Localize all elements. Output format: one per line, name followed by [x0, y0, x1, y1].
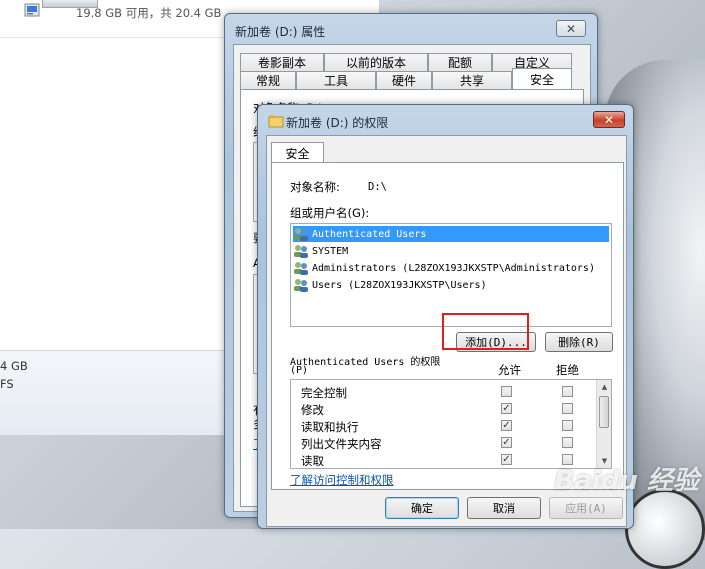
access-control-help-link[interactable]: 了解访问控制和权限 — [290, 472, 394, 488]
allow-checkbox[interactable]: ✓ — [501, 403, 512, 414]
table-row: 修改 ✓ — [301, 401, 591, 418]
list-item[interactable]: SYSTEM — [293, 243, 609, 259]
permissions-table: 完全控制 修改 ✓ 读取和执行 ✓ 列出文件夹内容 ✓ 读取 ✓ ▲ ▼ — [290, 379, 612, 469]
scroll-up-icon[interactable]: ▲ — [597, 380, 611, 394]
user-group-icon — [294, 279, 308, 292]
list-item[interactable]: Users (L28ZOX193JKXSTP\Users) — [293, 277, 609, 293]
user-list[interactable]: Authenticated Users SYSTEM Administrator… — [290, 223, 612, 327]
tab-quota[interactable]: 配额 — [428, 53, 492, 71]
list-item[interactable]: Administrators (L28ZOX193JKXSTP\Administ… — [293, 260, 609, 276]
table-row: 读取和执行 ✓ — [301, 418, 591, 435]
user-name: Users (L28ZOX193JKXSTP\Users) — [312, 279, 487, 291]
tab-general[interactable]: 常规 — [240, 71, 296, 89]
wallpaper-circle — [625, 489, 705, 569]
deny-checkbox[interactable] — [562, 386, 573, 397]
allow-checkbox[interactable]: ✓ — [501, 437, 512, 448]
group-user-label: 组或用户名(G): — [290, 206, 370, 220]
deny-label: 拒绝 — [556, 363, 579, 377]
allow-checkbox[interactable] — [501, 386, 512, 397]
object-name-value: D:\ — [368, 181, 387, 193]
details-fs: FS — [0, 377, 14, 391]
deny-checkbox[interactable] — [562, 403, 573, 414]
user-group-icon — [294, 245, 308, 258]
user-group-icon — [294, 262, 308, 275]
perm-name: 读取和执行 — [301, 420, 359, 434]
ok-button[interactable]: 确定 — [385, 497, 459, 519]
permissions-scrollbar[interactable]: ▲ ▼ — [596, 380, 611, 468]
user-name: Administrators (L28ZOX193JKXSTP\Administ… — [312, 262, 595, 274]
tab-sharing[interactable]: 共享 — [432, 71, 512, 89]
perm-header-key: (P) — [290, 365, 309, 376]
details-size: 4 GB — [0, 359, 28, 373]
cancel-button[interactable]: 取消 — [467, 497, 541, 519]
add-button-highlight — [442, 313, 529, 350]
perm-name: 读取 — [301, 454, 324, 468]
permissions-close-button[interactable]: ✕ — [593, 111, 625, 128]
user-name: SYSTEM — [312, 245, 349, 257]
allow-label: 允许 — [498, 363, 521, 377]
list-item[interactable]: Authenticated Users — [293, 226, 609, 242]
perm-name: 修改 — [301, 403, 324, 417]
drive-icon — [24, 3, 40, 17]
tab-previous-versions[interactable]: 以前的版本 — [324, 53, 428, 71]
watermark-logo: Baidu 经验 — [554, 466, 699, 496]
tab-security[interactable]: 安全 — [271, 142, 324, 163]
properties-close-button[interactable]: ✕ — [556, 20, 586, 37]
close-icon: ✕ — [603, 112, 615, 127]
deny-checkbox[interactable] — [562, 420, 573, 431]
folder-icon — [268, 115, 284, 128]
drive-item[interactable]: 19.8 GB 可用，共 20.4 GB — [20, 0, 250, 22]
apply-button[interactable]: 应用(A) — [549, 497, 623, 519]
drive-size-text: 19.8 GB 可用，共 20.4 GB — [76, 6, 222, 20]
permissions-title: 新加卷 (D:) 的权限 — [286, 116, 389, 130]
table-row: 列出文件夹内容 ✓ — [301, 435, 591, 452]
user-group-icon — [294, 228, 308, 241]
object-name-label: 对象名称: — [290, 180, 340, 194]
allow-checkbox[interactable]: ✓ — [501, 420, 512, 431]
perm-name: 列出文件夹内容 — [301, 437, 382, 451]
properties-title: 新加卷 (D:) 属性 — [235, 25, 326, 39]
table-row: 完全控制 — [301, 384, 591, 401]
user-name: Authenticated Users — [312, 228, 427, 240]
scroll-thumb[interactable] — [599, 396, 609, 428]
allow-checkbox[interactable]: ✓ — [501, 454, 512, 465]
tab-tools[interactable]: 工具 — [296, 71, 376, 89]
tab-hardware[interactable]: 硬件 — [376, 71, 432, 89]
table-row: 读取 ✓ — [301, 452, 591, 468]
properties-tabs-row2: 常规 工具 硬件 共享 安全 — [240, 68, 572, 89]
perm-name: 完全控制 — [301, 386, 347, 400]
tab-shadow-copies[interactable]: 卷影副本 — [240, 53, 324, 71]
remove-button[interactable]: 删除(R) — [545, 332, 613, 352]
tab-security[interactable]: 安全 — [512, 68, 572, 89]
deny-checkbox[interactable] — [562, 437, 573, 448]
perm-header-label: Authenticated Users 的权限 — [290, 357, 441, 368]
close-icon: ✕ — [565, 21, 577, 36]
